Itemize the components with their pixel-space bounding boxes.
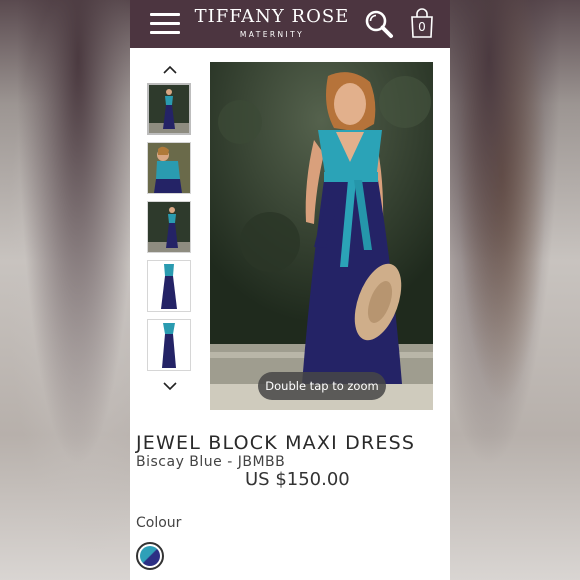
shopping-bag-icon[interactable]: 0 <box>410 8 434 38</box>
top-navigation-bar: TIFFANY ROSE MATERNITY 0 <box>130 0 450 48</box>
menu-icon[interactable] <box>150 13 180 35</box>
product-variant: Biscay Blue - JBMBB <box>136 454 286 470</box>
zoom-hint-tooltip: Double tap to zoom <box>258 372 386 400</box>
thumbnail-5[interactable] <box>147 319 191 371</box>
brand-name: TIFFANY ROSE <box>194 6 350 27</box>
colour-label: Colour <box>136 515 182 531</box>
background-blur-right <box>450 0 580 580</box>
product-title: JEWEL BLOCK MAXI DRESS <box>136 432 416 454</box>
thumbnail-4[interactable] <box>147 260 191 312</box>
colour-swatch[interactable] <box>136 542 164 570</box>
thumbnail-3[interactable] <box>147 201 191 253</box>
product-price: US $150.00 <box>245 469 350 490</box>
search-icon[interactable] <box>364 9 394 39</box>
brand-logo[interactable]: TIFFANY ROSE MATERNITY <box>192 6 352 40</box>
product-page: TIFFANY ROSE MATERNITY 0 Double tap to z… <box>130 0 450 580</box>
thumbnail-1[interactable] <box>147 83 191 135</box>
brand-subtitle: MATERNITY <box>239 30 305 39</box>
thumbnail-2[interactable] <box>147 142 191 194</box>
bag-count-badge: 0 <box>418 20 426 34</box>
main-product-image[interactable]: Double tap to zoom <box>210 62 433 410</box>
dress-model-photo <box>210 62 433 410</box>
chevron-up-icon[interactable] <box>156 62 184 76</box>
chevron-down-icon[interactable] <box>156 380 184 394</box>
background-blur-left <box>0 0 130 580</box>
swatch-fill <box>140 546 160 566</box>
thumbnail-carousel <box>146 60 194 400</box>
